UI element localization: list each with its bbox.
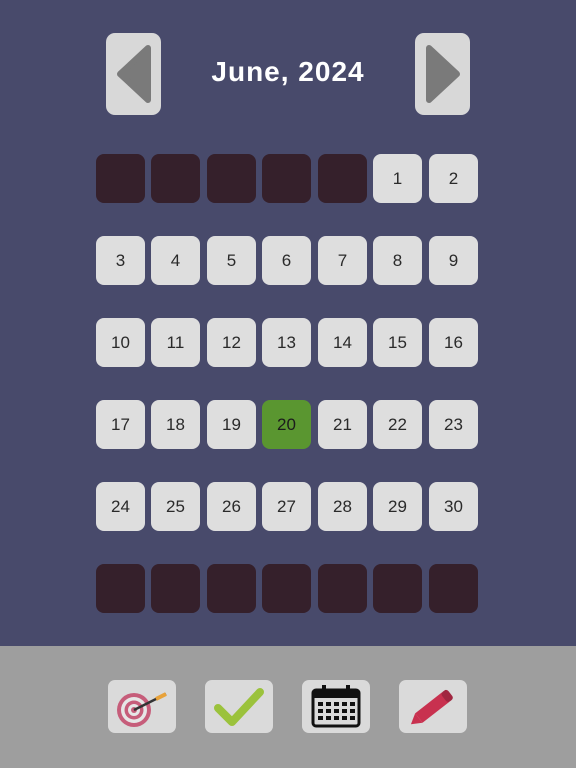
day-cell[interactable]: 29	[373, 482, 422, 531]
selected-day-cell[interactable]: 20	[262, 400, 311, 449]
pencil-icon	[410, 689, 453, 724]
day-cell[interactable]: 17	[96, 400, 145, 449]
month-title: June, 2024	[211, 56, 365, 87]
day-cell[interactable]: 2	[429, 154, 478, 203]
triangle-left-icon	[116, 45, 151, 103]
day-cell[interactable]: 30	[429, 482, 478, 531]
empty-day-cell	[207, 154, 256, 203]
calendar-icon	[311, 684, 361, 727]
calendar-screen: June, 2024 1 2 3 4 5 6 7 8 9 10 11 12 13 14 15 16 17 18 19…	[0, 0, 576, 646]
empty-day-cell	[262, 154, 311, 203]
day-cell[interactable]: 18	[151, 400, 200, 449]
calendar-button[interactable]	[302, 680, 370, 733]
day-cell[interactable]: 6	[262, 236, 311, 285]
triangle-right-icon	[425, 45, 460, 103]
day-cell[interactable]: 13	[262, 318, 311, 367]
day-cell[interactable]: 26	[207, 482, 256, 531]
empty-day-cell	[318, 154, 367, 203]
day-cell[interactable]: 9	[429, 236, 478, 285]
target-icon	[117, 691, 167, 727]
edit-button[interactable]	[399, 680, 467, 733]
day-cell[interactable]: 28	[318, 482, 367, 531]
empty-day-cell	[262, 564, 311, 613]
day-cell[interactable]: 14	[318, 318, 367, 367]
day-cell[interactable]: 16	[429, 318, 478, 367]
empty-day-cell	[207, 564, 256, 613]
day-cell[interactable]: 27	[262, 482, 311, 531]
day-cell[interactable]: 25	[151, 482, 200, 531]
empty-day-cell	[318, 564, 367, 613]
empty-day-cell	[429, 564, 478, 613]
empty-day-cell	[96, 154, 145, 203]
day-cell[interactable]: 22	[373, 400, 422, 449]
day-cell[interactable]: 5	[207, 236, 256, 285]
empty-day-cell	[151, 564, 200, 613]
day-cell[interactable]: 1	[373, 154, 422, 203]
day-cell[interactable]: 3	[96, 236, 145, 285]
checkmark-icon	[214, 687, 264, 726]
complete-button[interactable]	[205, 680, 273, 733]
goals-button[interactable]	[108, 680, 176, 733]
day-cell[interactable]: 12	[207, 318, 256, 367]
prev-month-button[interactable]	[106, 33, 161, 115]
bottom-toolbar	[0, 646, 576, 768]
day-cell[interactable]: 23	[429, 400, 478, 449]
empty-day-cell	[96, 564, 145, 613]
day-cell[interactable]: 11	[151, 318, 200, 367]
day-cell[interactable]: 24	[96, 482, 145, 531]
day-cell[interactable]: 8	[373, 236, 422, 285]
empty-day-cell	[151, 154, 200, 203]
empty-day-cell	[373, 564, 422, 613]
day-cell[interactable]: 15	[373, 318, 422, 367]
day-cell[interactable]: 7	[318, 236, 367, 285]
day-cell[interactable]: 10	[96, 318, 145, 367]
day-cell[interactable]: 19	[207, 400, 256, 449]
day-cell[interactable]: 21	[318, 400, 367, 449]
day-cell[interactable]: 4	[151, 236, 200, 285]
next-month-button[interactable]	[415, 33, 470, 115]
